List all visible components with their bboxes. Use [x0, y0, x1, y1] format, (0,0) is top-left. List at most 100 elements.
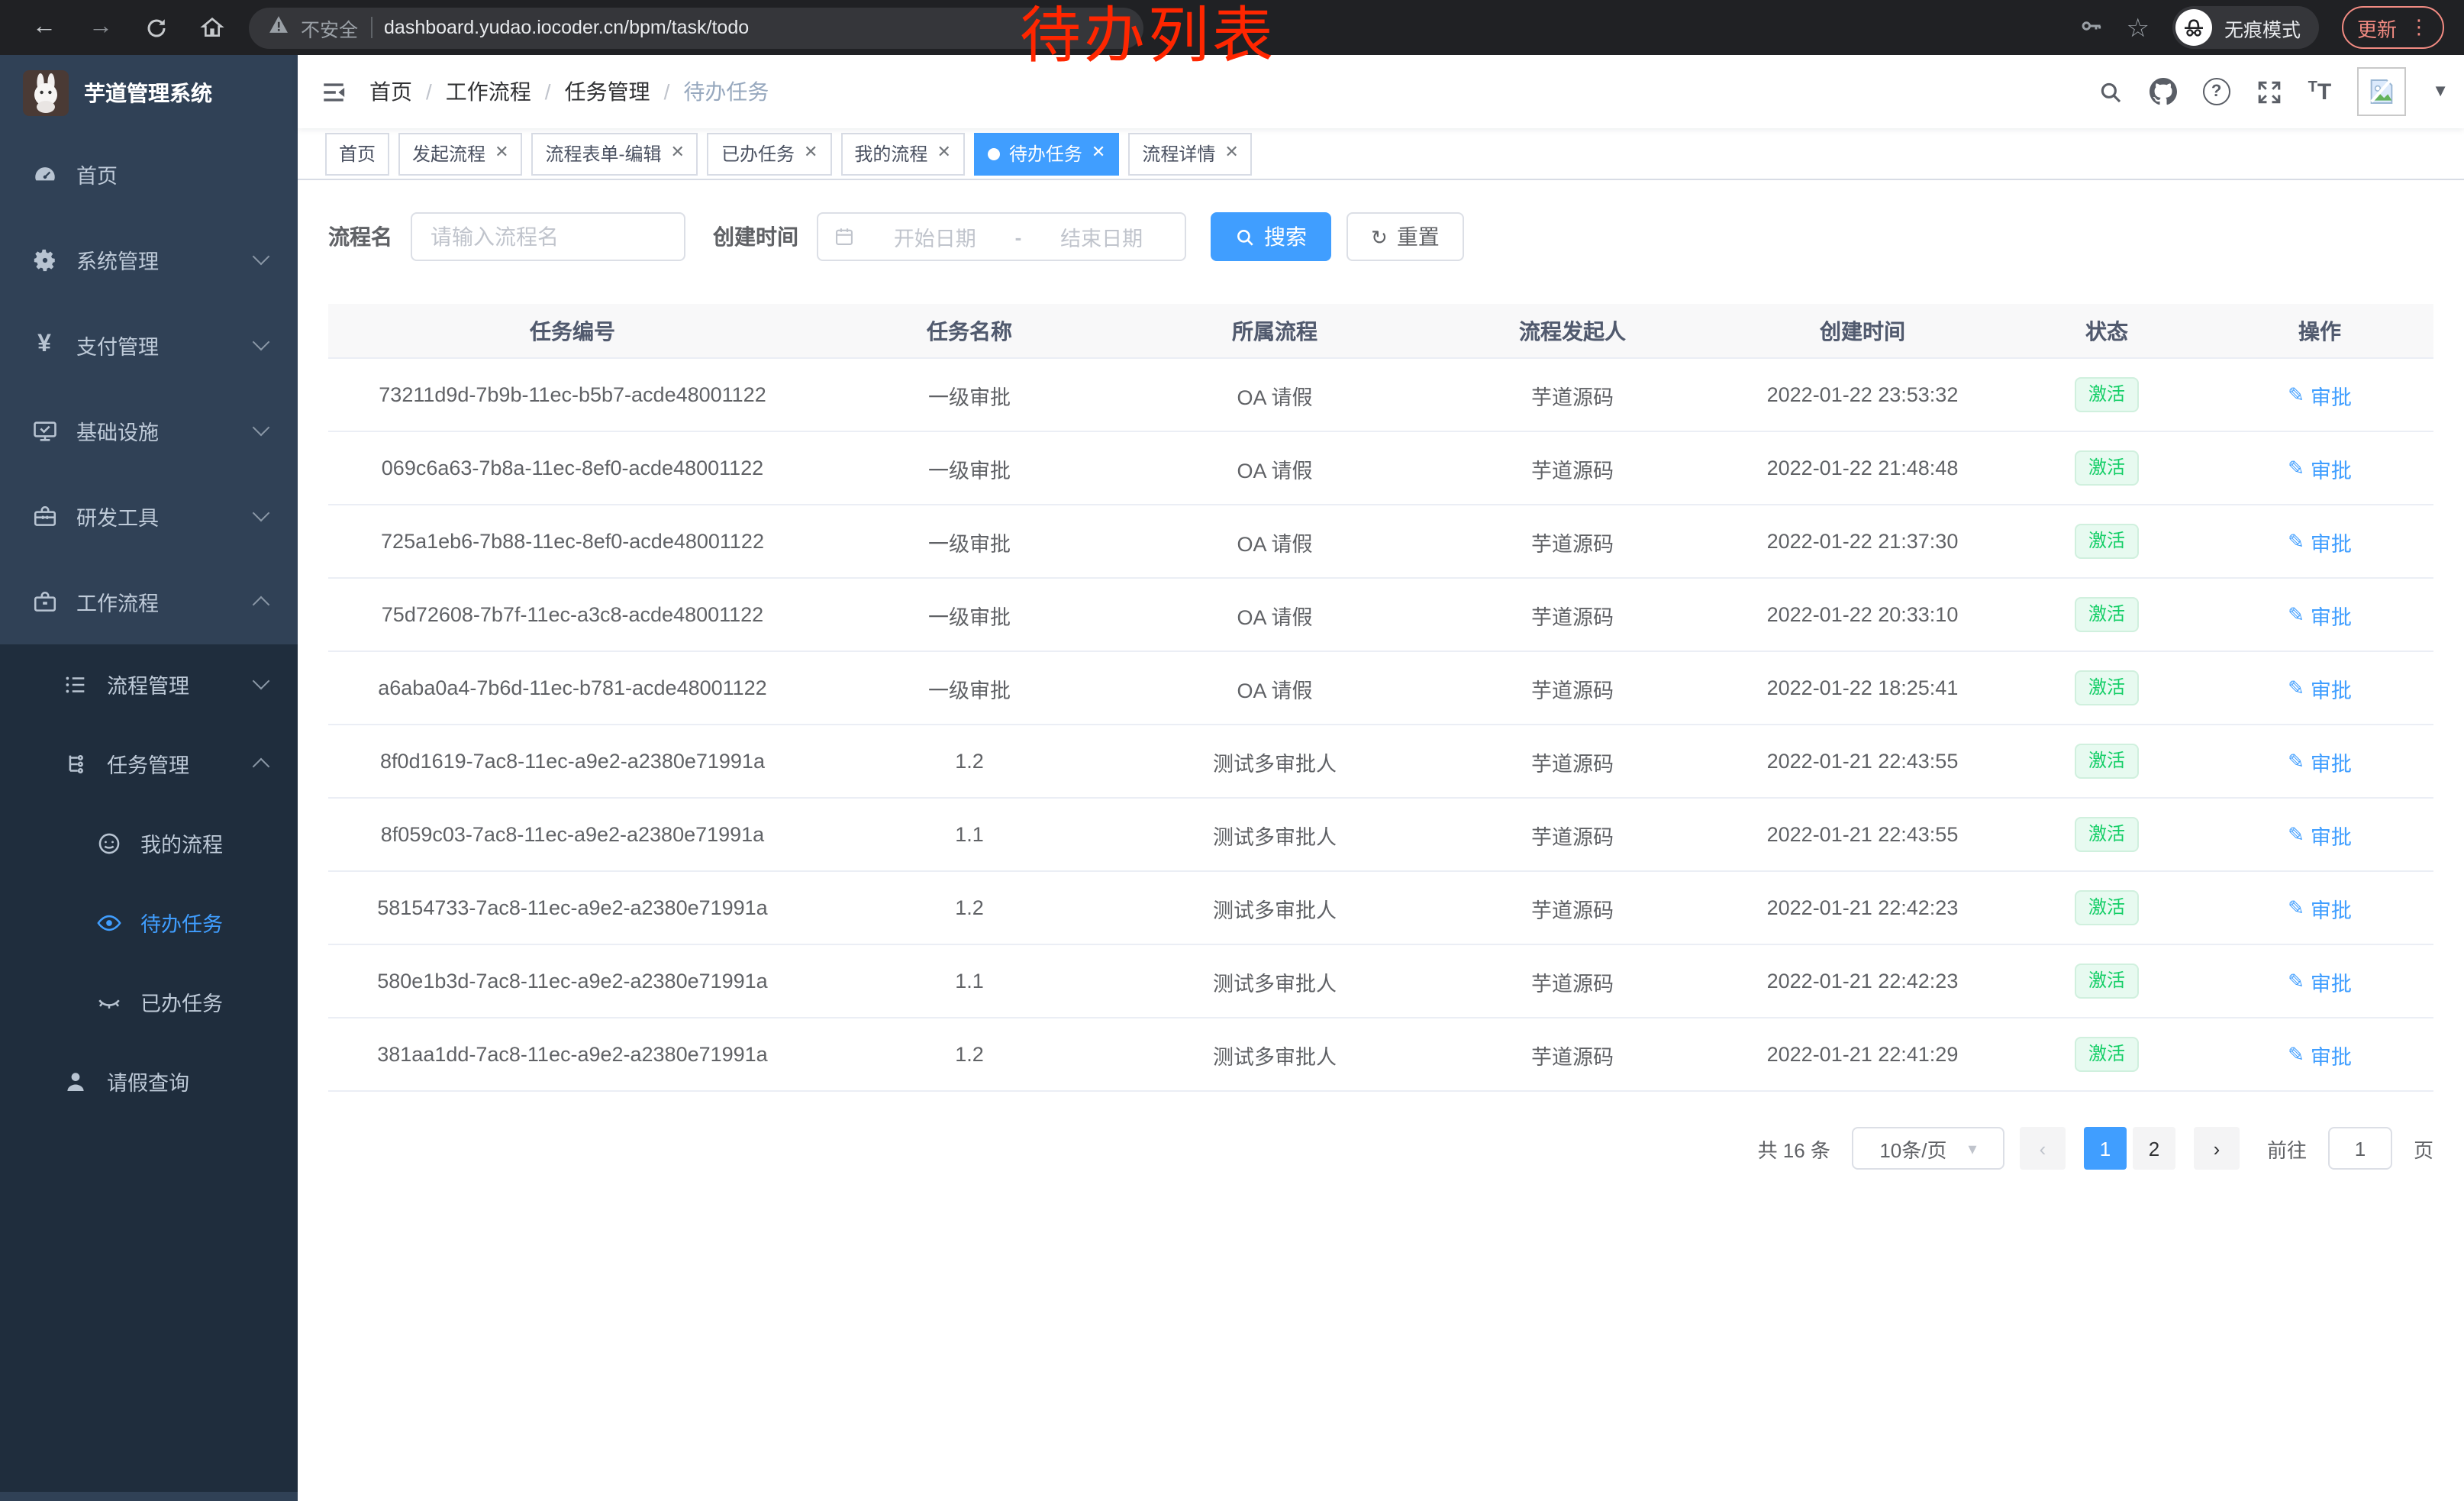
sidebar-item-工作流程[interactable]: 工作流程: [0, 559, 298, 644]
approve-link[interactable]: ✎审批: [2288, 453, 2352, 483]
sidebar-item-请假查询[interactable]: 请假查询: [0, 1041, 298, 1121]
start-date-placeholder[interactable]: 开始日期: [867, 221, 1003, 252]
approve-link[interactable]: ✎审批: [2288, 819, 2352, 850]
cell-process: 测试多审批人: [1122, 1018, 1427, 1091]
search-button-icon: [1235, 227, 1255, 247]
approve-link-label: 审批: [2311, 379, 2352, 410]
approve-link[interactable]: ✎审批: [2288, 526, 2352, 557]
font-size-icon[interactable]: TT: [2308, 79, 2332, 105]
cell-created: 2022-01-21 22:41:29: [1717, 1018, 2008, 1091]
tab-label: 流程详情: [1142, 140, 1215, 166]
tab-close-icon[interactable]: ✕: [495, 145, 508, 162]
cell-starter: 芋道源码: [1427, 431, 1717, 505]
approve-link[interactable]: ✎审批: [2288, 599, 2352, 630]
breadcrumb-item[interactable]: 任务管理: [565, 76, 650, 107]
cell-status: 激活: [2008, 505, 2206, 578]
browser-back-icon[interactable]: ←: [32, 15, 56, 40]
breadcrumb-item: 待办任务: [683, 76, 769, 107]
sidebar-item-研发工具[interactable]: 研发工具: [0, 473, 298, 559]
tab-label: 待办任务: [1009, 140, 1082, 166]
search-button[interactable]: 搜索: [1211, 212, 1331, 261]
help-icon[interactable]: ?: [2203, 78, 2230, 105]
tab-流程表单-编辑[interactable]: 流程表单-编辑✕: [532, 132, 698, 175]
url-text[interactable]: dashboard.yudao.iocoder.cn/bpm/task/todo: [384, 17, 749, 38]
search-icon[interactable]: [2098, 79, 2124, 105]
process-name-input[interactable]: [411, 212, 685, 261]
chevron-down-icon: [253, 673, 270, 690]
page-size-select[interactable]: 10条/页 ▾: [1852, 1127, 2004, 1170]
tab-close-icon[interactable]: ✕: [1092, 145, 1105, 162]
page-button-1[interactable]: 1: [2084, 1127, 2127, 1170]
browser-update-button[interactable]: 更新 ⋮: [2342, 6, 2444, 49]
sidebar-bottom-strip: [0, 1492, 298, 1501]
tab-已办任务[interactable]: 已办任务✕: [708, 132, 831, 175]
cell-process: 测试多审批人: [1122, 798, 1427, 871]
sidebar-item-首页[interactable]: 首页: [0, 131, 298, 217]
sidebar-item-已办任务[interactable]: 已办任务: [0, 962, 298, 1041]
prev-page-button[interactable]: ‹: [2020, 1127, 2066, 1170]
key-icon[interactable]: [2079, 13, 2103, 42]
tab-label: 我的流程: [854, 140, 927, 166]
date-range-input[interactable]: 开始日期 - 结束日期: [817, 212, 1186, 261]
cell-created: 2022-01-21 22:42:23: [1717, 944, 2008, 1018]
end-date-placeholder[interactable]: 结束日期: [1034, 221, 1169, 252]
cell-created: 2022-01-22 23:53:32: [1717, 358, 2008, 431]
table-row: 73211d9d-7b9b-11ec-b5b7-acde48001122一级审批…: [328, 358, 2433, 431]
cell-process: OA 请假: [1122, 505, 1427, 578]
table-row: 580e1b3d-7ac8-11ec-a9e2-a2380e71991a1.1测…: [328, 944, 2433, 1018]
approve-link[interactable]: ✎审批: [2288, 893, 2352, 923]
cell-process: 测试多审批人: [1122, 725, 1427, 798]
reset-button[interactable]: ↻ 重置: [1346, 212, 1464, 261]
cell-status: 激活: [2008, 798, 2206, 871]
tab-首页[interactable]: 首页: [325, 132, 389, 175]
github-icon[interactable]: [2150, 78, 2177, 105]
approve-link[interactable]: ✎审批: [2288, 673, 2352, 703]
pagination-total: 共 16 条: [1758, 1134, 1830, 1163]
fullscreen-icon[interactable]: [2256, 79, 2282, 105]
tab-发起流程[interactable]: 发起流程✕: [398, 132, 522, 175]
sidebar-item-我的流程[interactable]: 我的流程: [0, 803, 298, 883]
avatar[interactable]: [2357, 67, 2406, 116]
sidebar-item-基础设施[interactable]: 基础设施: [0, 388, 298, 473]
monitor-icon: [31, 418, 58, 444]
tab-close-icon[interactable]: ✕: [671, 145, 685, 162]
pagination: 共 16 条 10条/页 ▾ ‹ 12 › 前往 页: [328, 1127, 2433, 1170]
tab-close-icon[interactable]: ✕: [937, 145, 950, 162]
sidebar-item-流程管理[interactable]: 流程管理: [0, 644, 298, 724]
approve-link[interactable]: ✎审批: [2288, 1039, 2352, 1070]
caret-down-icon[interactable]: ▼: [2432, 82, 2449, 101]
approve-link-label: 审批: [2311, 966, 2352, 996]
sidebar-item-支付管理[interactable]: ¥支付管理: [0, 302, 298, 388]
bookmark-star-icon[interactable]: ☆: [2126, 15, 2150, 40]
breadcrumb-item[interactable]: 工作流程: [446, 76, 531, 107]
cell-action: ✎审批: [2206, 431, 2433, 505]
page-button-2[interactable]: 2: [2133, 1127, 2175, 1170]
approve-link[interactable]: ✎审批: [2288, 746, 2352, 776]
breadcrumb-item[interactable]: 首页: [369, 76, 412, 107]
tab-待办任务[interactable]: 待办任务 ✕: [974, 132, 1119, 175]
sidebar-logo-row[interactable]: 芋道管理系统: [0, 55, 298, 131]
address-bar[interactable]: 不安全 dashboard.yudao.iocoder.cn/bpm/task/…: [249, 7, 1143, 48]
tab-流程详情[interactable]: 流程详情 ✕: [1128, 132, 1252, 175]
tab-我的流程[interactable]: 我的流程 ✕: [840, 132, 964, 175]
sidebar-collapse-icon[interactable]: [298, 79, 369, 105]
tab-close-icon[interactable]: ✕: [1224, 145, 1238, 162]
cell-starter: 芋道源码: [1427, 871, 1717, 944]
goto-page-input[interactable]: [2328, 1127, 2392, 1170]
browser-menu-dots-icon[interactable]: ⋮: [2409, 15, 2429, 40]
sidebar-item-label: 已办任务: [140, 986, 223, 1017]
tab-close-icon[interactable]: ✕: [804, 145, 818, 162]
sidebar-item-系统管理[interactable]: 系统管理: [0, 217, 298, 302]
cell-status: 激活: [2008, 871, 2206, 944]
sidebar-item-任务管理[interactable]: 任务管理: [0, 724, 298, 803]
browser-forward-icon[interactable]: →: [89, 15, 113, 40]
security-label[interactable]: 不安全: [301, 13, 358, 42]
approve-link[interactable]: ✎审批: [2288, 379, 2352, 410]
approve-link[interactable]: ✎审批: [2288, 966, 2352, 996]
browser-reload-icon[interactable]: [145, 16, 168, 39]
cell-status: 激活: [2008, 1018, 2206, 1091]
edit-pen-icon: ✎: [2288, 825, 2304, 844]
next-page-button[interactable]: ›: [2194, 1127, 2240, 1170]
sidebar-item-待办任务[interactable]: 待办任务: [0, 883, 298, 962]
browser-home-icon[interactable]: [200, 15, 224, 40]
